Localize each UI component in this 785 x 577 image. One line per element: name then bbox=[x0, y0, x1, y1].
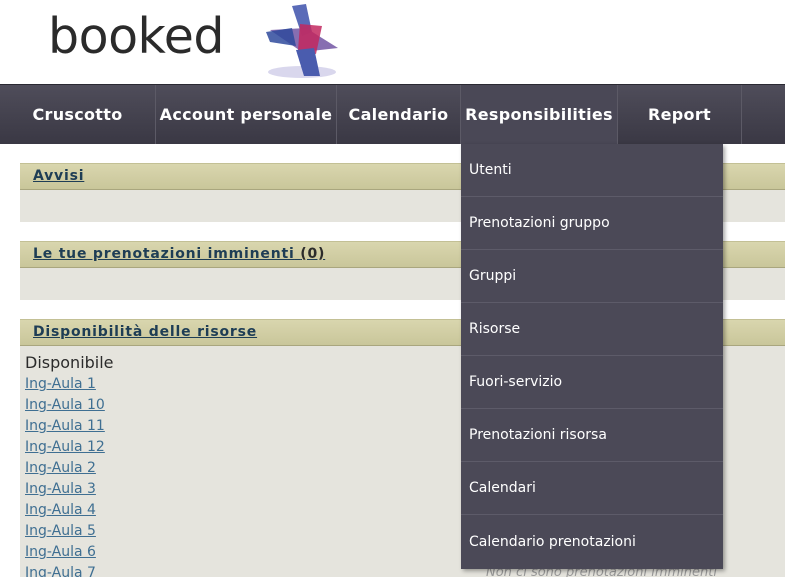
main-navbar: Cruscotto Account personale Calendario R… bbox=[0, 84, 785, 144]
resource-link[interactable]: Ing-Aula 1 bbox=[25, 376, 96, 392]
logo-text[interactable]: booked bbox=[48, 8, 224, 65]
avvisi-title[interactable]: Avvisi bbox=[33, 168, 84, 184]
nav-cruscotto[interactable]: Cruscotto bbox=[0, 85, 156, 144]
menu-item-gruppi[interactable]: Gruppi bbox=[461, 250, 723, 303]
responsibilities-dropdown: Utenti Prenotazioni gruppo Gruppi Risors… bbox=[461, 144, 723, 569]
menu-item-prenotazioni-gruppo[interactable]: Prenotazioni gruppo bbox=[461, 197, 723, 250]
menu-item-utenti[interactable]: Utenti bbox=[461, 144, 723, 197]
booked-logo-icon[interactable] bbox=[262, 2, 342, 82]
prenotazioni-count: (0) bbox=[300, 246, 326, 262]
disponibilita-title[interactable]: Disponibilità delle risorse bbox=[33, 324, 257, 340]
resource-link[interactable]: Ing-Aula 5 bbox=[25, 523, 96, 539]
resource-link[interactable]: Ing-Aula 7 bbox=[25, 565, 96, 577]
resource-link[interactable]: Ing-Aula 3 bbox=[25, 481, 96, 497]
menu-item-risorse[interactable]: Risorse bbox=[461, 303, 723, 356]
header: booked bbox=[0, 0, 785, 84]
resource-link[interactable]: Ing-Aula 10 bbox=[25, 397, 105, 413]
nav-account-personale[interactable]: Account personale bbox=[156, 85, 337, 144]
nav-responsibilities[interactable]: Responsibilities bbox=[461, 85, 618, 144]
resource-link[interactable]: Ing-Aula 11 bbox=[25, 418, 105, 434]
resource-link[interactable]: Ing-Aula 6 bbox=[25, 544, 96, 560]
menu-item-prenotazioni-risorsa[interactable]: Prenotazioni risorsa bbox=[461, 409, 723, 462]
available-label: Disponibile bbox=[25, 353, 114, 372]
menu-item-calendari[interactable]: Calendari bbox=[461, 462, 723, 515]
nav-report[interactable]: Report bbox=[618, 85, 742, 144]
resource-link[interactable]: Ing-Aula 12 bbox=[25, 439, 105, 455]
nav-calendario[interactable]: Calendario bbox=[337, 85, 461, 144]
menu-item-calendario-prenotazioni[interactable]: Calendario prenotazioni bbox=[461, 515, 723, 568]
resource-link[interactable]: Ing-Aula 2 bbox=[25, 460, 96, 476]
prenotazioni-title-wrap: Le tue prenotazioni imminenti (0) bbox=[33, 246, 325, 262]
prenotazioni-title[interactable]: Le tue prenotazioni imminenti bbox=[33, 246, 295, 262]
resource-link[interactable]: Ing-Aula 4 bbox=[25, 502, 96, 518]
menu-item-fuori-servizio[interactable]: Fuori-servizio bbox=[461, 356, 723, 409]
